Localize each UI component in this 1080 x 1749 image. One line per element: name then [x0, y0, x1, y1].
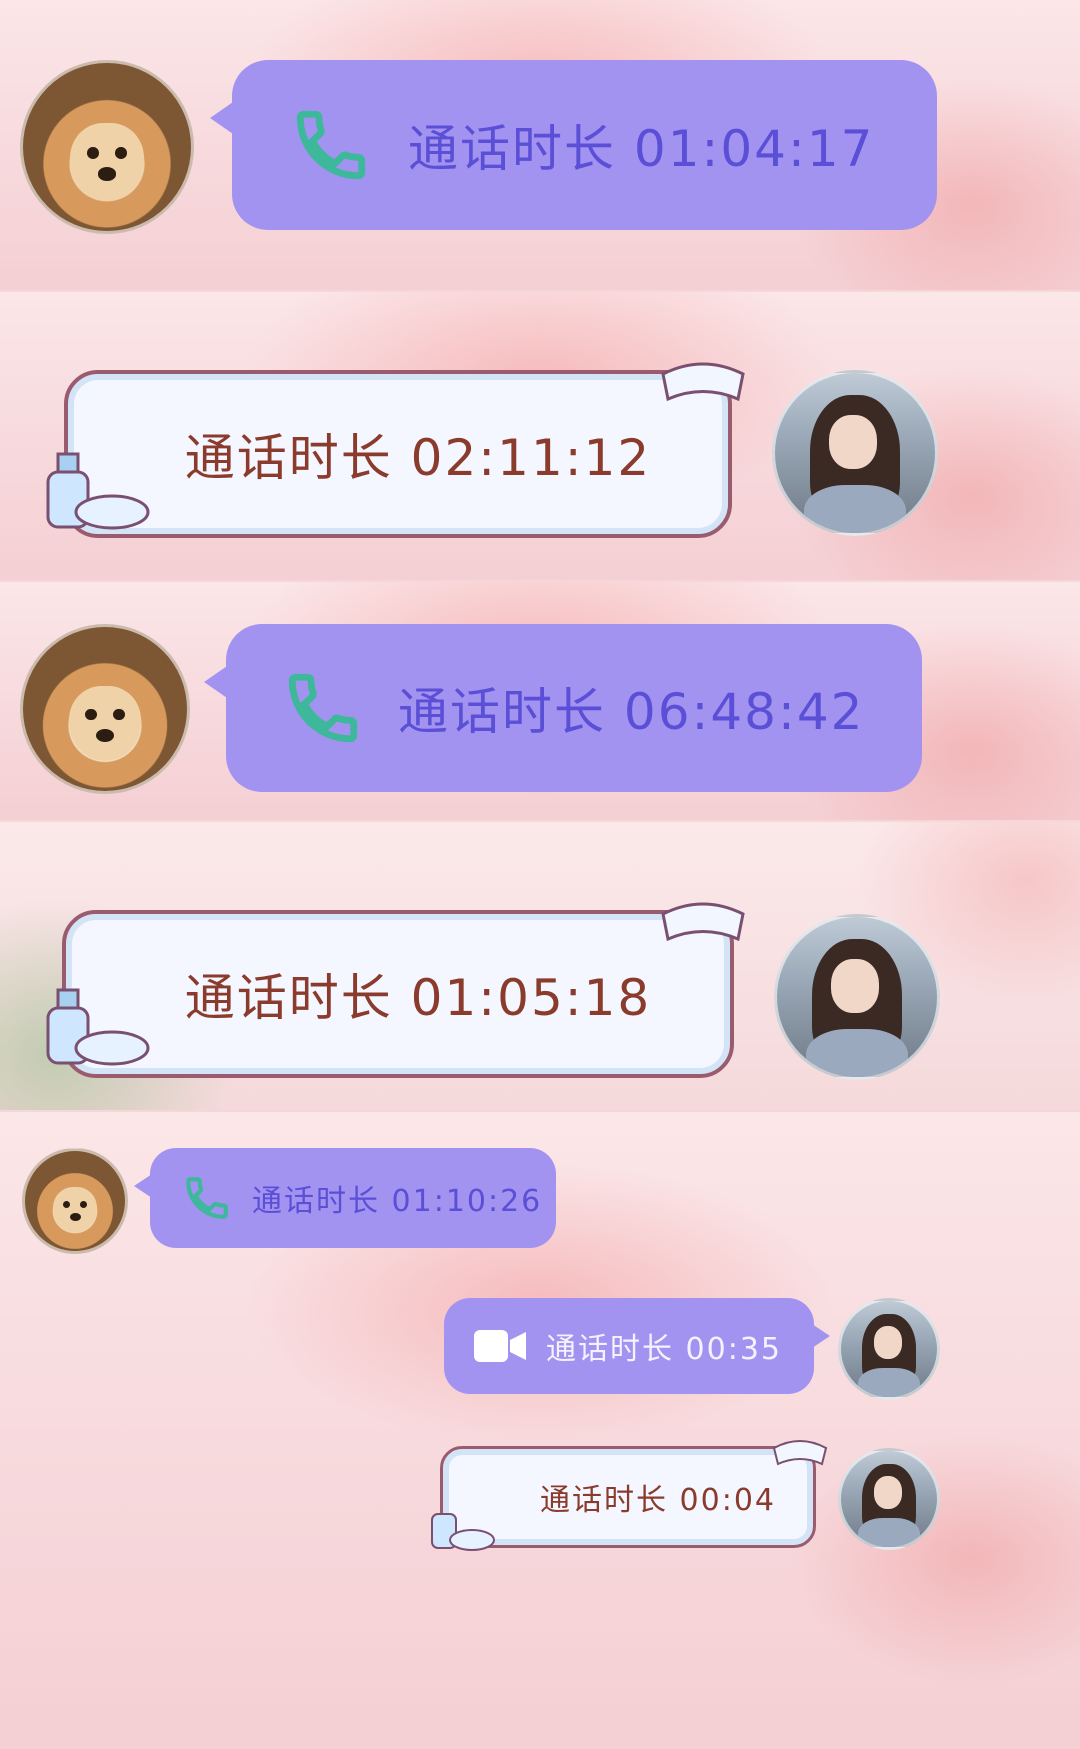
bottle-decoration-icon [431, 1513, 495, 1551]
girl-avatar[interactable] [772, 370, 938, 536]
call-duration-text: 通话时长 02:11:12 [184, 429, 652, 487]
call-bubble[interactable]: 通话时长 06:48:42 [204, 624, 922, 792]
video-call-bubble[interactable]: 通话时长 00:35 [444, 1298, 830, 1394]
bottle-decoration-icon [46, 988, 150, 1066]
video-camera-icon [474, 1330, 526, 1362]
call-duration-text: 通话时长 00:35 [546, 1332, 782, 1367]
chat-strip-2: 通话时长 02:11:12 [0, 292, 1080, 580]
dog-avatar[interactable] [20, 60, 194, 234]
call-duration-text: 通话时长 00:04 [540, 1483, 776, 1518]
call-duration-text: 通话时长 01:05:18 [184, 969, 652, 1027]
call-duration-text: 通话时长 06:48:42 [398, 683, 865, 741]
goggles-decoration-icon [772, 1440, 828, 1466]
dog-avatar[interactable] [22, 1148, 128, 1254]
call-bubble[interactable]: 通话时长 01:04:17 [210, 60, 937, 230]
phone-icon [186, 1177, 228, 1219]
goggles-decoration-icon [661, 902, 745, 942]
chat-strip-5: 通话时长 01:10:26 通话时长 00:35 通话时长 00:04 [0, 1112, 1080, 1749]
call-duration-text: 通话时长 01:10:26 [252, 1184, 543, 1219]
phone-icon [288, 673, 358, 743]
phone-icon [296, 110, 366, 180]
girl-avatar[interactable] [838, 1448, 940, 1550]
bottle-decoration-icon [46, 452, 150, 530]
call-bubble[interactable]: 通话时长 00:04 [440, 1446, 816, 1548]
goggles-decoration-icon [661, 362, 745, 402]
call-bubble[interactable]: 通话时长 01:05:18 [62, 910, 734, 1078]
call-duration-text: 通话时长 01:04:17 [408, 120, 875, 178]
chat-strip-4: 通话时长 01:05:18 [0, 822, 1080, 1110]
girl-avatar[interactable] [774, 914, 940, 1080]
girl-avatar[interactable] [838, 1298, 940, 1400]
call-bubble[interactable]: 通话时长 02:11:12 [64, 370, 732, 538]
call-bubble[interactable]: 通话时长 01:10:26 [134, 1148, 556, 1248]
dog-avatar[interactable] [20, 624, 190, 794]
chat-strip-3: 通话时长 06:48:42 [0, 582, 1080, 820]
chat-strip-1: 通话时长 01:04:17 [0, 0, 1080, 290]
